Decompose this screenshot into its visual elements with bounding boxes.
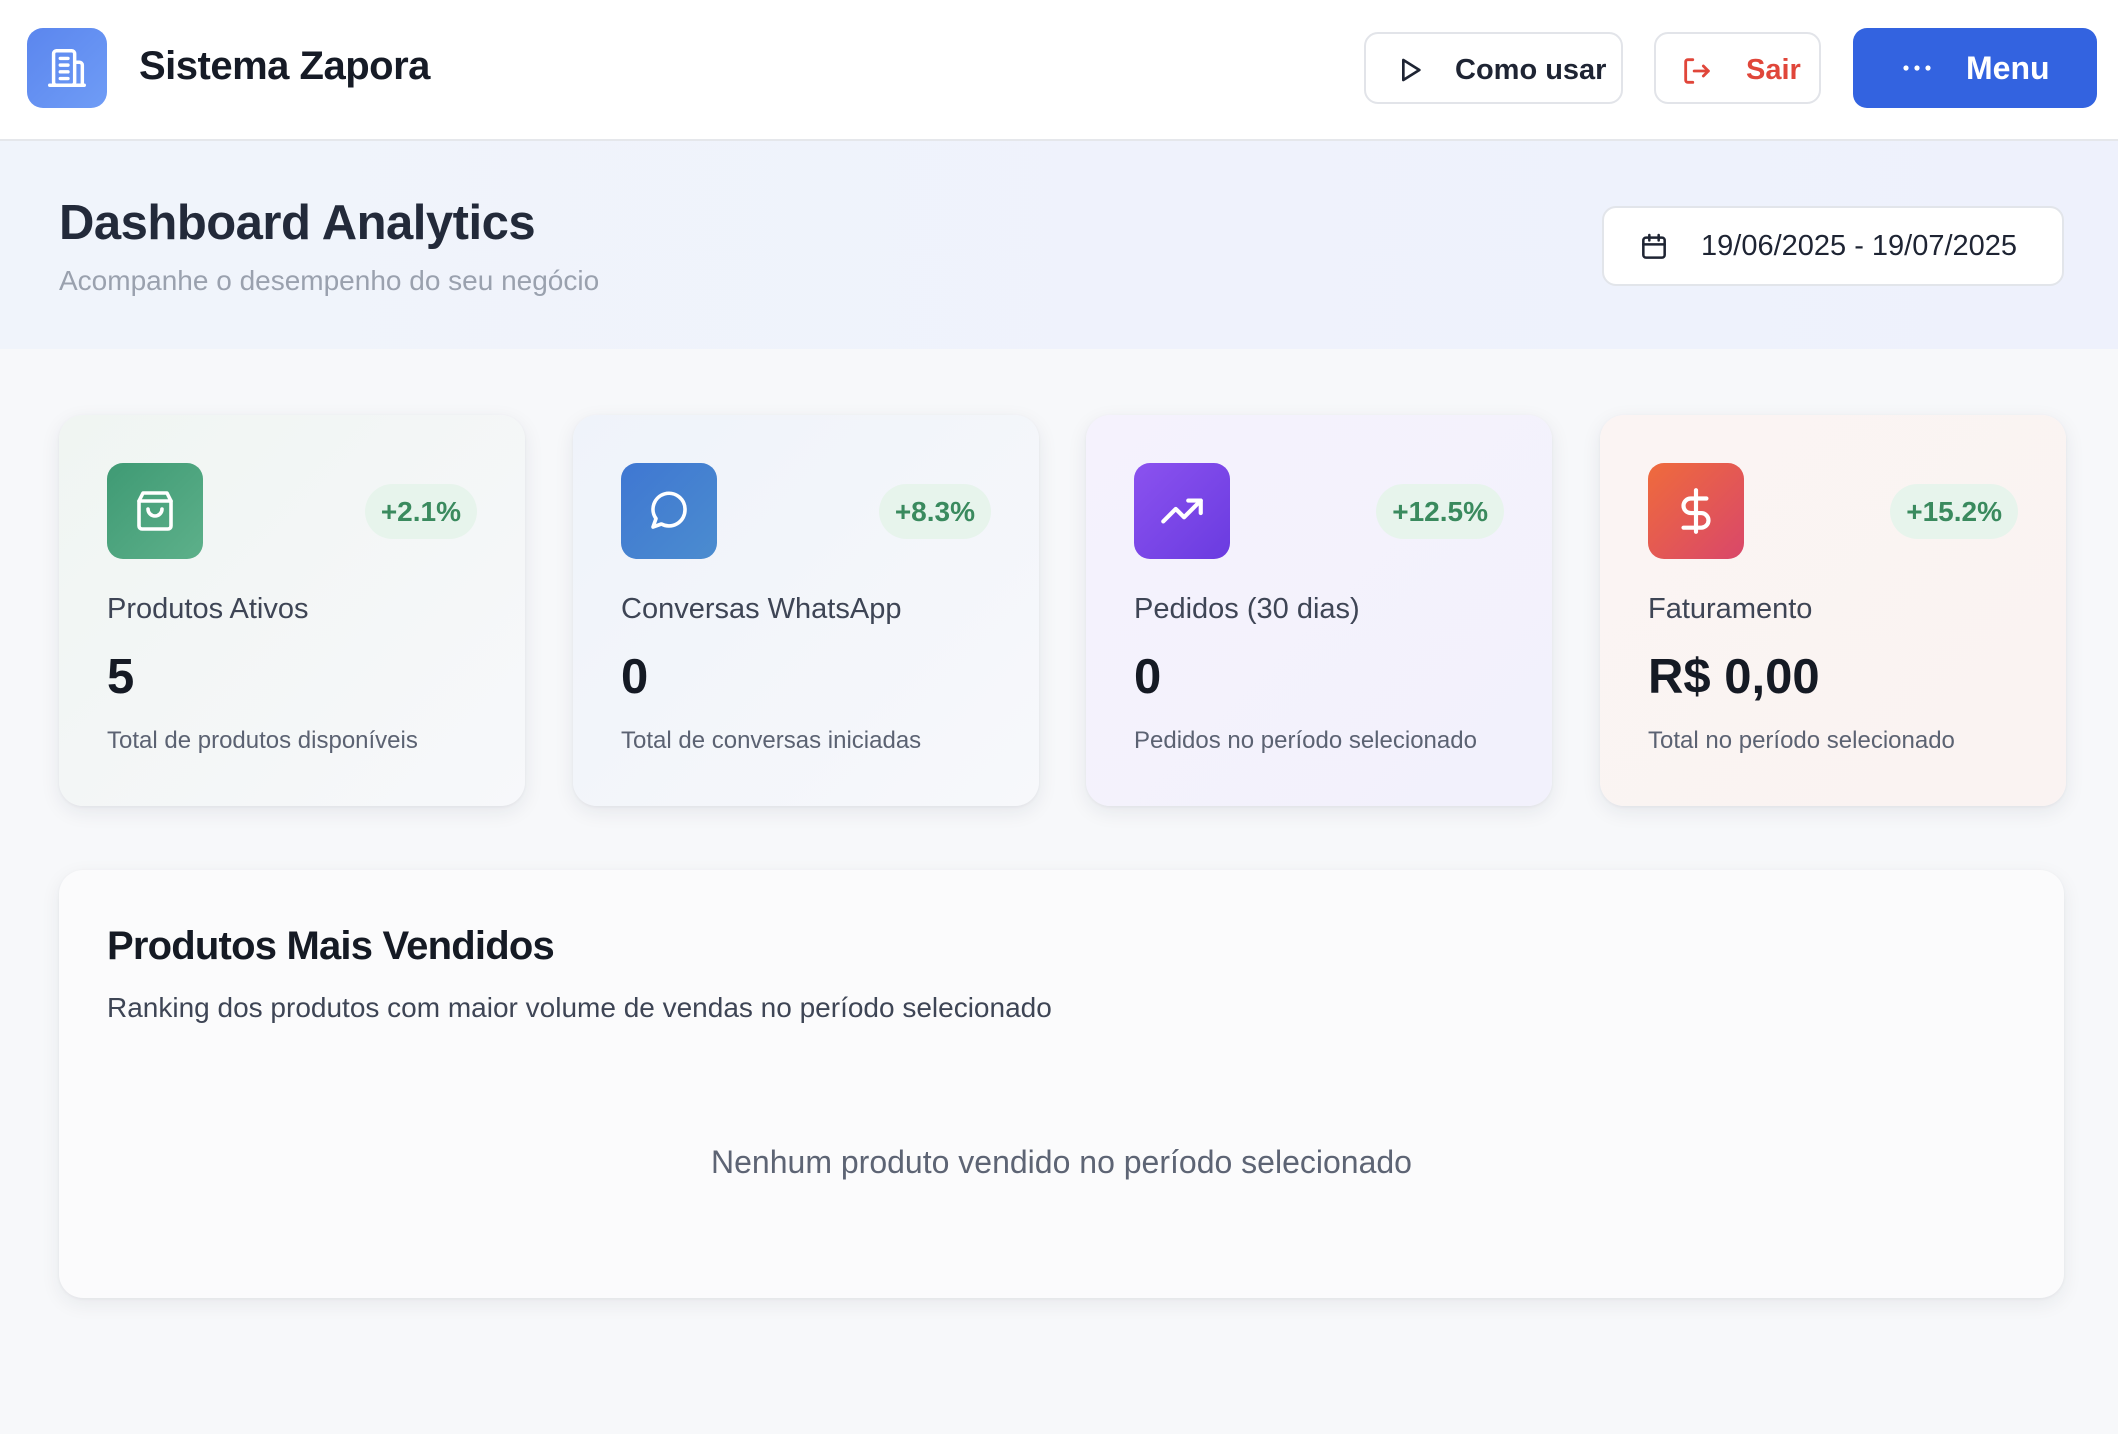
ellipsis-icon bbox=[1901, 54, 1933, 90]
logout-icon bbox=[1680, 54, 1714, 96]
stat-value: 0 bbox=[621, 650, 649, 704]
dashboard-hero: Dashboard Analytics Acompanhe o desempen… bbox=[0, 141, 2118, 349]
calendar-icon bbox=[1638, 231, 1670, 268]
stat-card-orders: +12.5% Pedidos (30 dias) 0 Pedidos no pe… bbox=[1086, 415, 1552, 806]
trend-badge: +8.3% bbox=[878, 484, 991, 539]
stat-title: Produtos Ativos bbox=[107, 593, 309, 625]
top-navigation-bar: Sistema Zapora Como usar Sair Menu bbox=[0, 0, 2118, 141]
page-subtitle: Acompanhe o desempenho do seu negócio bbox=[59, 265, 600, 296]
stat-description: Total no período selecionado bbox=[1648, 727, 1955, 754]
how-to-use-button[interactable]: Como usar bbox=[1364, 32, 1623, 104]
play-icon bbox=[1394, 54, 1426, 94]
stat-value: R$ 0,00 bbox=[1648, 650, 1820, 704]
menu-label: Menu bbox=[1966, 50, 2050, 86]
stat-value: 0 bbox=[1134, 650, 1162, 704]
stat-description: Total de produtos disponíveis bbox=[107, 727, 418, 754]
stat-value: 5 bbox=[107, 650, 135, 704]
shopping-bag-icon bbox=[107, 463, 203, 559]
building-icon[interactable] bbox=[27, 28, 107, 108]
stat-card-whatsapp-conversations: +8.3% Conversas WhatsApp 0 Total de conv… bbox=[573, 415, 1039, 806]
stat-card-revenue: +15.2% Faturamento R$ 0,00 Total no perí… bbox=[1600, 415, 2066, 806]
date-range-label: 19/06/2025 - 19/07/2025 bbox=[1701, 230, 2018, 262]
dollar-icon bbox=[1648, 463, 1744, 559]
page-title: Dashboard Analytics bbox=[59, 196, 536, 250]
menu-button[interactable]: Menu bbox=[1853, 28, 2097, 108]
how-to-use-label: Como usar bbox=[1455, 54, 1607, 86]
logout-button[interactable]: Sair bbox=[1654, 32, 1821, 104]
top-products-panel: Produtos Mais Vendidos Ranking dos produ… bbox=[59, 870, 2064, 1298]
date-range-picker[interactable]: 19/06/2025 - 19/07/2025 bbox=[1602, 206, 2064, 286]
trending-up-icon bbox=[1134, 463, 1230, 559]
stat-description: Pedidos no período selecionado bbox=[1134, 727, 1477, 754]
top-products-subtitle: Ranking dos produtos com maior volume de… bbox=[107, 992, 1052, 1023]
trend-badge: +2.1% bbox=[364, 484, 477, 539]
app-title: Sistema Zapora bbox=[139, 44, 430, 88]
empty-state-message: Nenhum produto vendido no período seleci… bbox=[711, 1144, 1412, 1180]
stat-title: Conversas WhatsApp bbox=[621, 593, 902, 625]
top-products-title: Produtos Mais Vendidos bbox=[107, 924, 555, 968]
chat-bubble-icon bbox=[621, 463, 717, 559]
trend-badge: +12.5% bbox=[1376, 484, 1504, 539]
stat-description: Total de conversas iniciadas bbox=[621, 727, 922, 754]
logout-label: Sair bbox=[1746, 54, 1801, 86]
stat-title: Pedidos (30 dias) bbox=[1134, 593, 1360, 625]
trend-badge: +15.2% bbox=[1890, 484, 2018, 539]
stat-title: Faturamento bbox=[1648, 593, 1813, 625]
stat-card-active-products: +2.1% Produtos Ativos 5 Total de produto… bbox=[59, 415, 525, 806]
